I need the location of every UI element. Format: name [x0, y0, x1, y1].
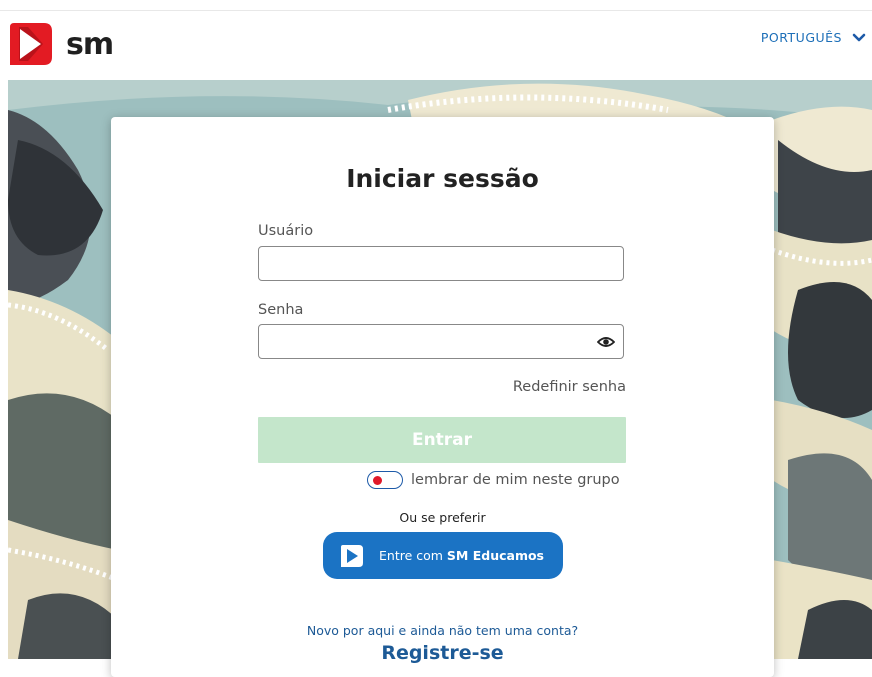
password-label: Senha	[258, 302, 304, 318]
chevron-down-icon	[852, 33, 866, 41]
logo-text: sm	[66, 26, 114, 62]
language-selector[interactable]: PORTUGUÊS	[761, 30, 866, 45]
top-bar: sm PORTUGUÊS	[0, 0, 872, 80]
sso-button-label: Entre com SM Educamos	[379, 548, 544, 563]
remember-me-label: lembrar de mim neste grupo	[411, 472, 620, 488]
language-label: PORTUGUÊS	[760, 30, 842, 45]
sm-logo-icon	[341, 544, 363, 567]
eye-icon[interactable]	[597, 334, 615, 350]
top-divider	[0, 10, 872, 11]
page-title: Iniciar sessão	[346, 164, 539, 193]
forgot-password-link[interactable]: Redefinir senha	[513, 379, 626, 395]
remember-me: lembrar de mim neste grupo	[367, 471, 620, 489]
sm-educamos-login-button[interactable]: Entre com SM Educamos	[323, 532, 563, 579]
remember-me-toggle[interactable]	[367, 471, 403, 489]
sm-logo[interactable]: sm	[10, 22, 114, 66]
username-label: Usuário	[258, 223, 314, 239]
sm-logo-icon	[10, 23, 52, 65]
sso-brand: SM Educamos	[446, 548, 544, 563]
login-card: Iniciar sessão Usuário Senha Redefinir s…	[111, 117, 774, 677]
new-user-prompt: Novo por aqui e ainda não tem uma conta?	[306, 623, 579, 638]
register-link[interactable]: Registre-se	[111, 642, 774, 664]
password-field[interactable]	[258, 324, 624, 359]
toggle-knob	[373, 476, 382, 485]
alt-login-prompt: Ou se preferir	[399, 510, 486, 525]
sso-prefix: Entre com	[379, 548, 447, 563]
username-field[interactable]	[258, 246, 624, 281]
login-button[interactable]: Entrar	[258, 417, 626, 463]
